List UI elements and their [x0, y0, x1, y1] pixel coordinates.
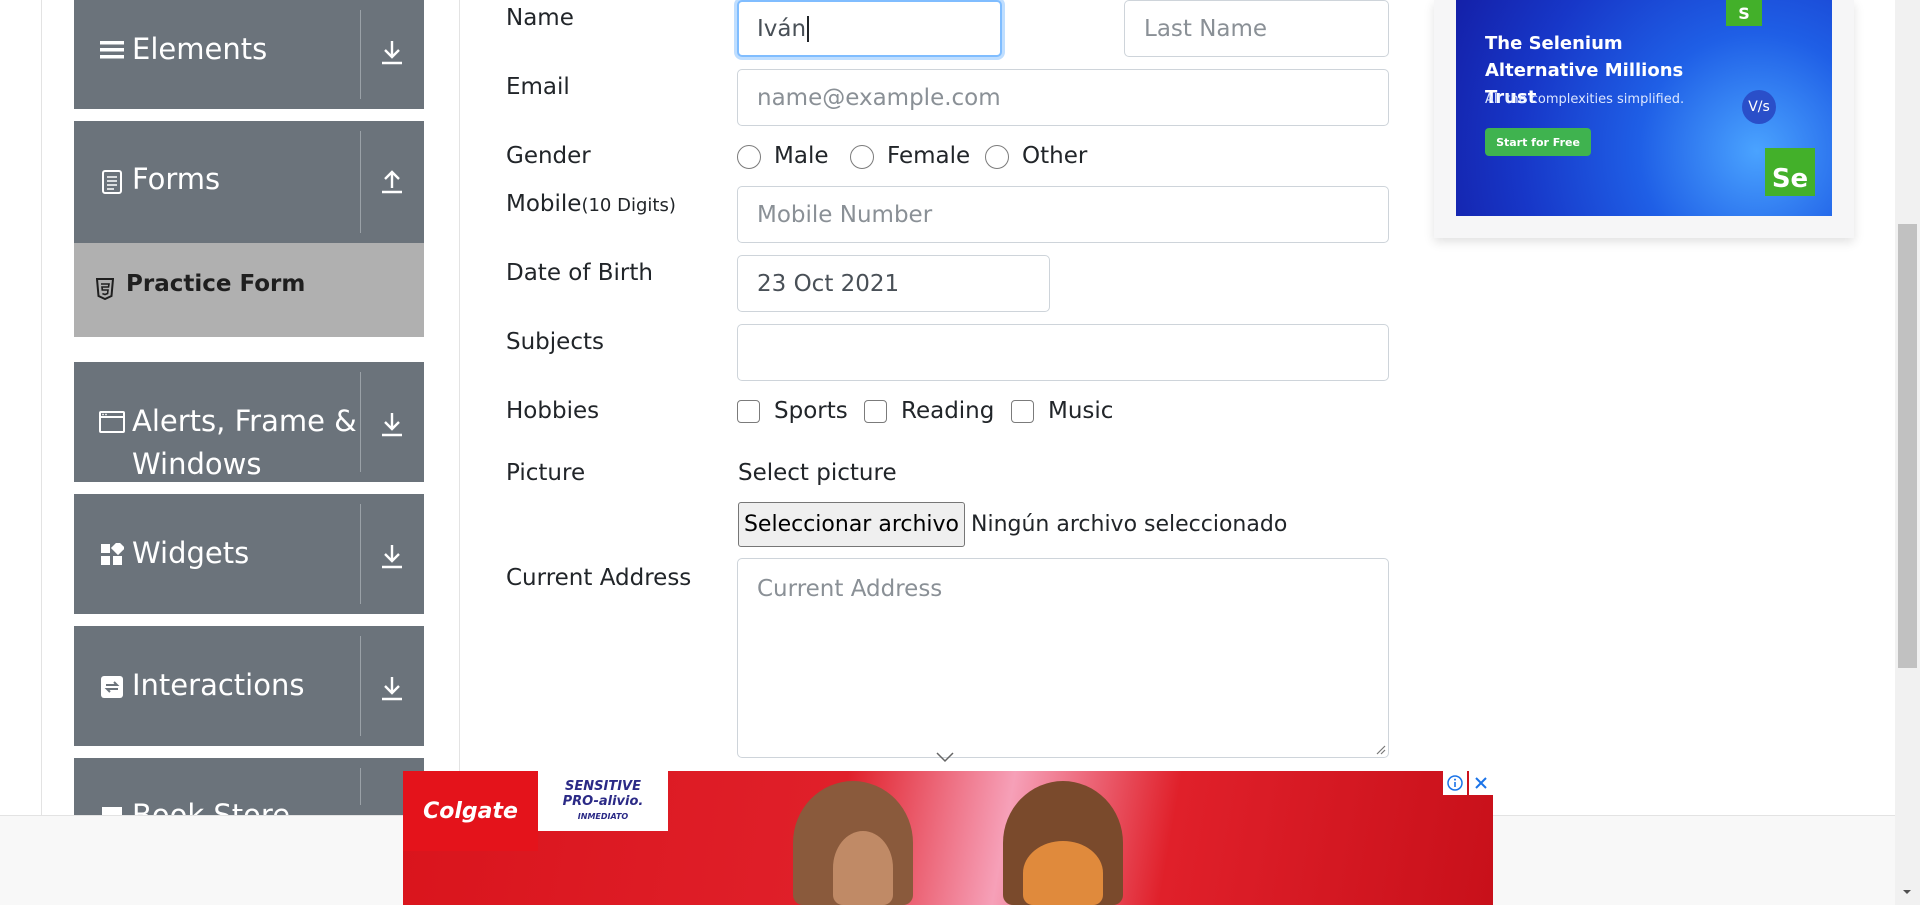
file-status-text: Ningún archivo seleccionado — [971, 512, 1288, 537]
hobby-option-label[interactable]: Sports — [774, 398, 848, 424]
ad-person-face — [833, 831, 893, 905]
sidebar-group-label: Forms — [132, 162, 221, 196]
hobby-checkbox-music[interactable] — [1011, 400, 1034, 423]
window-icon — [98, 408, 126, 436]
divider — [360, 10, 361, 99]
colgate-logo: Colgate — [403, 771, 538, 851]
sidebar-item-practice-form[interactable]: Practice Form — [74, 243, 424, 337]
sidebar-group-forms[interactable]: Forms — [74, 121, 424, 243]
mobile-label: Mobile(10 Digits) — [506, 191, 676, 217]
gender-radio-male[interactable] — [737, 145, 761, 169]
sidebar-group-label: Interactions — [132, 668, 305, 702]
sidebar-group-label: Widgets — [132, 536, 250, 570]
last-name-input[interactable]: Last Name — [1124, 0, 1389, 57]
document-icon — [98, 168, 126, 196]
ad-bottom-banner[interactable]: Colgate SENSITIVE PRO-alivio. INMEDIATO — [403, 771, 1493, 905]
hobby-checkbox-reading[interactable] — [864, 400, 887, 423]
email-label: Email — [506, 74, 570, 100]
subjects-label: Subjects — [506, 329, 604, 355]
hamburger-icon — [98, 36, 126, 64]
gender-option-label[interactable]: Male — [774, 143, 828, 169]
sidebar-group-alerts[interactable]: Alerts, Frame & Windows — [74, 362, 424, 482]
gender-radio-other[interactable] — [985, 145, 1009, 169]
scroll-down-icon[interactable] — [1901, 887, 1913, 897]
sidebar-right-border — [459, 0, 460, 815]
email-input[interactable]: name@example.com — [737, 69, 1389, 126]
sidebar-group-widgets[interactable]: Widgets — [74, 494, 424, 614]
resize-handle-icon[interactable] — [1374, 743, 1386, 755]
sidebar-group-label: Elements — [132, 32, 268, 66]
info-icon[interactable] — [1443, 771, 1467, 795]
gender-label: Gender — [506, 143, 591, 169]
mobile-label-text: Mobile — [506, 191, 582, 217]
gender-option-label[interactable]: Female — [887, 143, 970, 169]
first-name-value: Iván — [757, 15, 807, 42]
first-name-input[interactable]: Iván — [737, 0, 1002, 57]
product-line-1: SENSITIVE — [565, 778, 641, 794]
current-address-textarea[interactable]: Current Address — [737, 558, 1389, 758]
product-line-2: PRO-alivio. — [562, 793, 644, 809]
text-caret — [807, 15, 810, 42]
select-picture-label: Select picture — [738, 460, 897, 486]
divider — [360, 372, 361, 472]
ad-vs-badge: V/s — [1742, 90, 1776, 124]
mobile-input[interactable]: Mobile Number — [737, 186, 1389, 243]
divider — [360, 636, 361, 736]
book-icon — [98, 803, 126, 815]
divider — [360, 131, 361, 233]
hobbies-label: Hobbies — [506, 398, 600, 424]
ad-right-banner[interactable]: S The Selenium Alternative Millions Trus… — [1456, 0, 1832, 216]
sidebar-group-elements[interactable]: Elements — [74, 0, 424, 109]
date-of-birth-input[interactable]: 23 Oct 2021 — [737, 255, 1050, 312]
name-label: Name — [506, 5, 574, 31]
hobby-option-label[interactable]: Reading — [901, 398, 994, 424]
address-label: Current Address — [506, 565, 692, 591]
sidebar-group-label: Alerts, Frame & — [132, 404, 357, 438]
ad-person-shirt — [1023, 841, 1103, 905]
download-arrow-icon — [374, 34, 410, 70]
download-arrow-icon — [374, 406, 410, 442]
interactions-icon — [98, 673, 126, 701]
download-arrow-icon — [374, 538, 410, 574]
divider — [360, 504, 361, 604]
html5-icon — [95, 278, 115, 301]
sidebar-left-border — [41, 0, 42, 815]
product-line-3: INMEDIATO — [577, 811, 629, 821]
dob-label: Date of Birth — [506, 260, 653, 286]
gender-radio-female[interactable] — [850, 145, 874, 169]
mobile-hint: (10 Digits) — [581, 195, 676, 216]
picture-label: Picture — [506, 460, 586, 486]
sidebar-group-label: Windows — [132, 447, 262, 481]
hobby-option-label[interactable]: Music — [1048, 398, 1113, 424]
ad-subline: All the complexities simplified. — [1485, 92, 1685, 107]
sidebar-item-label: Practice Form — [126, 271, 306, 297]
ad-cta-button[interactable]: Start for Free — [1485, 128, 1591, 156]
scrollbar-thumb[interactable] — [1898, 224, 1917, 668]
sidebar-group-book-store[interactable]: Book Store — [74, 758, 424, 815]
hobby-checkbox-sports[interactable] — [737, 400, 760, 423]
chevron-down-icon[interactable] — [935, 751, 955, 763]
widgets-icon — [98, 541, 126, 569]
gender-option-label[interactable]: Other — [1022, 143, 1087, 169]
sidebar-group-label: Book Store — [132, 798, 291, 815]
close-icon[interactable] — [1469, 771, 1493, 795]
ad-s-badge: S — [1726, 0, 1762, 26]
subjects-input[interactable] — [737, 324, 1389, 381]
upload-arrow-icon — [374, 163, 410, 199]
sidebar-group-interactions[interactable]: Interactions — [74, 626, 424, 746]
divider — [360, 768, 361, 805]
download-arrow-icon — [374, 670, 410, 706]
ad-se-logo: Se — [1765, 148, 1815, 196]
choose-file-button[interactable]: Seleccionar archivo — [738, 502, 965, 547]
product-logo: SENSITIVE PRO-alivio. INMEDIATO — [538, 771, 668, 831]
